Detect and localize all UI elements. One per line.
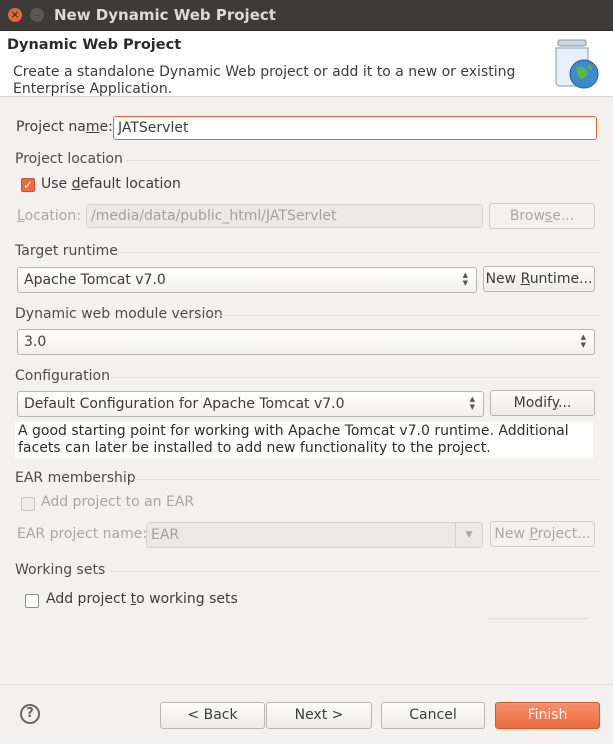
wizard-header: Dynamic Web Project Create a standalone … — [0, 31, 613, 97]
page-description: Create a standalone Dynamic Web project … — [13, 64, 516, 97]
new-runtime-button[interactable]: New Runtime... — [483, 266, 595, 292]
project-location-group-title: Project location — [15, 151, 123, 167]
configuration-group-title: Configuration — [15, 368, 110, 384]
window-title: New Dynamic Web Project — [54, 6, 276, 24]
ear-membership-group-title: EAR membership — [15, 470, 136, 486]
cancel-button[interactable]: Cancel — [381, 702, 485, 729]
use-default-location-checkbox[interactable]: ✓ — [21, 178, 35, 192]
dropdown-arrows-icon: ▲ ▼ — [469, 395, 475, 411]
group-separator — [111, 377, 600, 378]
group-separator — [213, 315, 600, 316]
add-to-working-sets-checkbox[interactable] — [25, 594, 39, 608]
add-to-ear-checkbox — [21, 497, 35, 511]
close-icon[interactable]: × — [8, 8, 22, 22]
help-icon[interactable]: ? — [20, 704, 40, 724]
working-sets-group-title: Working sets — [15, 562, 106, 578]
next-button[interactable]: Next > — [266, 702, 372, 729]
group-separator — [134, 479, 600, 480]
use-default-location-label: Use default location — [41, 176, 181, 192]
back-button[interactable]: < Back — [160, 702, 265, 729]
footer-divider — [0, 684, 613, 685]
configuration-select[interactable]: Default Configuration for Apache Tomcat … — [17, 391, 484, 417]
browse-button: Browse... — [489, 203, 595, 229]
dropdown-arrows-icon: ▲ ▼ — [580, 333, 586, 349]
group-separator — [109, 571, 600, 572]
working-sets-partial-divider — [488, 618, 588, 619]
add-to-ear-label: Add project to an EAR — [41, 494, 195, 510]
group-separator — [118, 252, 600, 253]
group-separator — [126, 160, 600, 161]
page-title: Dynamic Web Project — [7, 37, 182, 53]
chevron-down-icon: ▼ — [455, 523, 482, 547]
target-runtime-select[interactable]: Apache Tomcat v7.0 ▲ ▼ — [17, 267, 477, 293]
location-input: /media/data/public_html/JATServlet — [86, 204, 483, 228]
title-bar: × – New Dynamic Web Project — [0, 0, 613, 31]
add-to-working-sets-label: Add project to working sets — [46, 591, 238, 607]
project-name-label: Project name: — [16, 119, 113, 135]
target-runtime-group-title: Target runtime — [15, 243, 118, 259]
wizard-banner-icon — [555, 39, 599, 89]
minimize-icon[interactable]: – — [30, 8, 44, 22]
ear-project-name-select: EAR ▼ — [146, 522, 483, 548]
project-name-input[interactable]: JATServlet — [113, 116, 597, 140]
ear-project-name-label: EAR project name: — [17, 526, 148, 542]
location-label: Location: — [17, 208, 81, 224]
module-version-group-title: Dynamic web module version — [15, 306, 223, 322]
new-project-button: New Project... — [490, 521, 595, 547]
dropdown-arrows-icon: ▲ ▼ — [462, 271, 468, 287]
module-version-select[interactable]: 3.0 ▲ ▼ — [17, 329, 595, 355]
modify-button[interactable]: Modify... — [490, 390, 595, 416]
finish-button[interactable]: Finish — [495, 702, 600, 729]
configuration-description: A good starting point for working with A… — [15, 422, 593, 458]
